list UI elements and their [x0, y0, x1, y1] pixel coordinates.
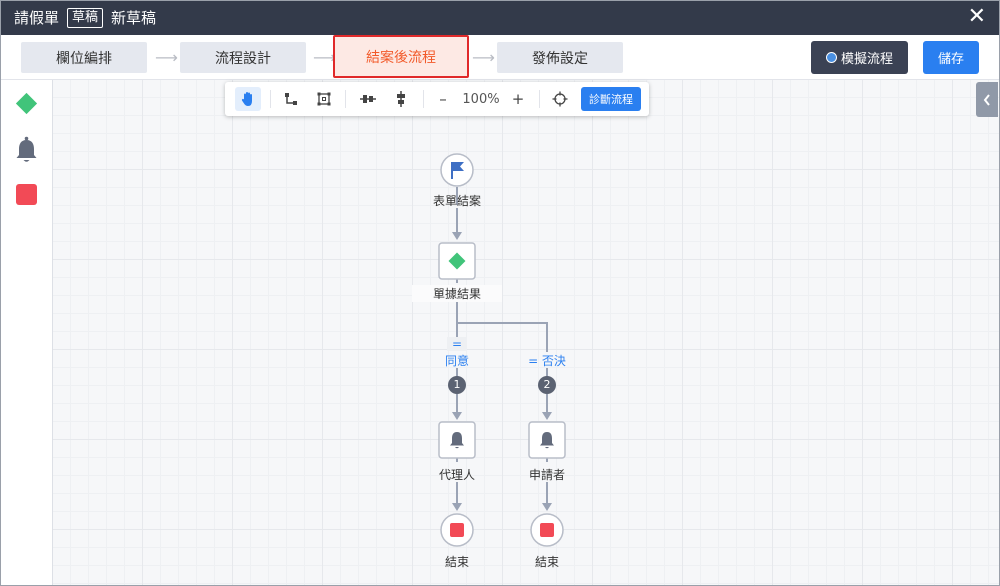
- decision-node[interactable]: [438, 242, 476, 280]
- branch-number-1: 1: [453, 378, 461, 391]
- start-node[interactable]: [440, 153, 474, 187]
- decision-node-label: 單據結果: [412, 285, 502, 302]
- end-node-right[interactable]: [530, 513, 564, 547]
- branch-condition-reject: = 否決: [528, 354, 566, 368]
- align-vertical-button[interactable]: [388, 87, 414, 111]
- align-horizontal-button[interactable]: [355, 87, 381, 111]
- center-view-button[interactable]: [548, 87, 572, 111]
- toolbar-separator: [345, 90, 346, 108]
- align-vertical-icon: [397, 91, 405, 107]
- expand-panel-button[interactable]: [976, 82, 998, 117]
- toolbar-separator: [539, 90, 540, 108]
- selection-box-icon: [317, 92, 331, 106]
- end-node-left-label: 結束: [444, 555, 469, 569]
- select-area-tool[interactable]: [312, 87, 336, 111]
- notify-node-agent[interactable]: [438, 421, 476, 459]
- end-node-right-label: 結束: [534, 555, 559, 569]
- branch-condition-approve: 同意: [444, 354, 469, 368]
- branch-eq-label: =: [447, 337, 467, 351]
- connector-icon: [285, 93, 297, 105]
- zoom-out-button[interactable]: –: [432, 87, 454, 111]
- branch-number-2: 2: [543, 378, 551, 391]
- stop-icon: [450, 523, 464, 537]
- end-node-left[interactable]: [440, 513, 474, 547]
- stop-icon: [540, 523, 554, 537]
- notify-node-applicant[interactable]: [528, 421, 566, 459]
- pan-hand-tool[interactable]: [235, 87, 261, 111]
- align-horizontal-icon: [360, 95, 376, 103]
- start-node-label: 表單結案: [432, 194, 481, 208]
- zoom-in-button[interactable]: +: [507, 87, 529, 111]
- zoom-level: 100%: [462, 91, 500, 107]
- notify-node-applicant-label: 申請者: [528, 468, 565, 482]
- toolbar-separator: [270, 90, 271, 108]
- toolbar-separator: [423, 90, 424, 108]
- notify-node-agent-label: 代理人: [438, 468, 475, 482]
- diagnose-flow-button[interactable]: 診斷流程: [581, 87, 641, 111]
- hand-icon: [241, 92, 252, 106]
- orthogonal-connector-tool[interactable]: [279, 87, 303, 111]
- chevron-left-icon: [983, 93, 990, 106]
- canvas-toolbar: – 100% + 診斷流程: [225, 82, 649, 116]
- crosshair-icon: [552, 91, 568, 107]
